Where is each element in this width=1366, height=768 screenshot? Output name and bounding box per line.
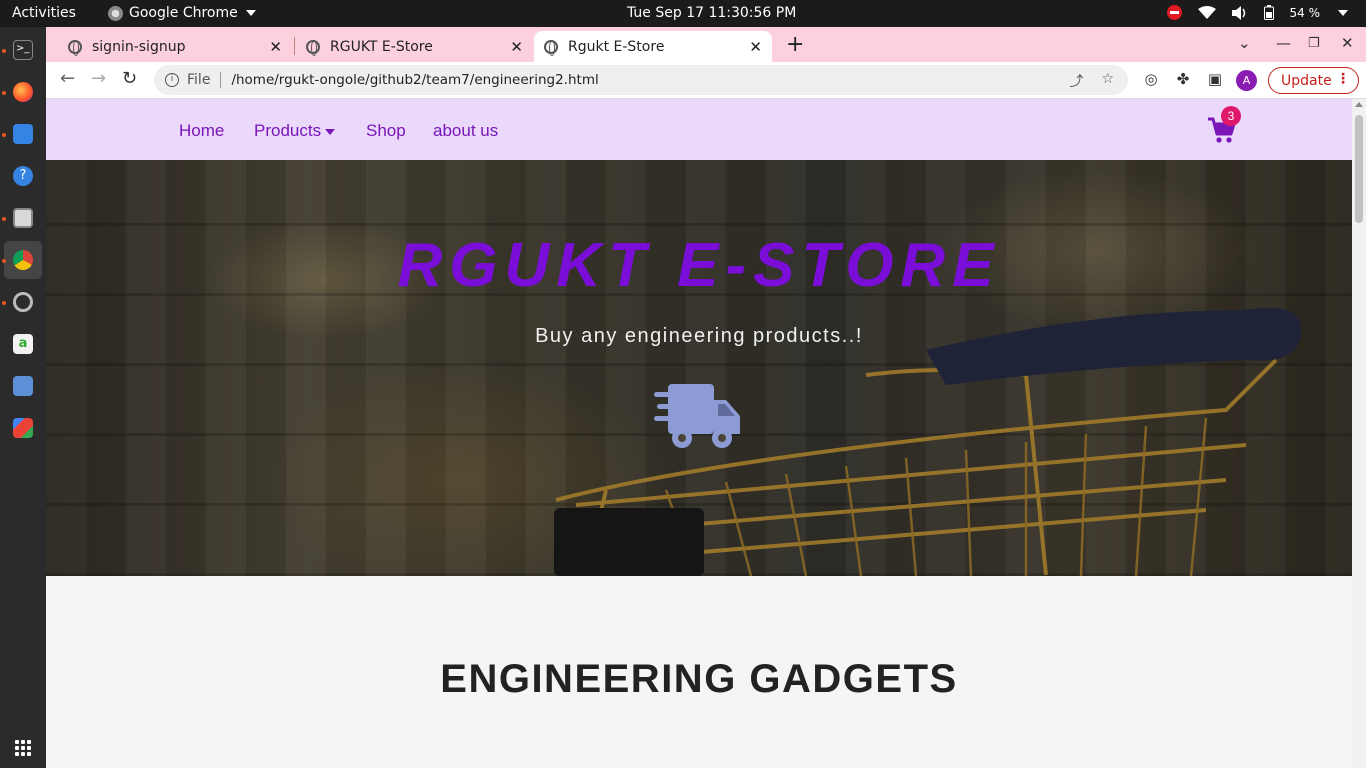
tab-rgukt-estore-active[interactable]: Rgukt E-Store ✕ — [534, 31, 772, 62]
clock[interactable]: Tue Sep 17 11:30:56 PM — [627, 5, 796, 21]
software-icon: a — [13, 334, 33, 354]
gmail-icon — [13, 418, 33, 438]
firefox-icon — [13, 82, 33, 102]
app-menu-label: Google Chrome — [129, 5, 238, 21]
terminal-icon: >_ — [13, 40, 33, 60]
dock-files[interactable] — [8, 203, 38, 233]
url-text[interactable]: /home/rgukt-ongole/github2/team7/enginee… — [231, 72, 598, 88]
site-navbar: Home Products Shop about us 3 — [46, 99, 1352, 160]
forward-button[interactable]: → — [91, 68, 106, 89]
address-bar[interactable]: i File /home/rgukt-ongole/github2/team7/… — [154, 65, 1128, 95]
side-panel-icon[interactable]: ▣ — [1206, 70, 1224, 88]
tab-search-icon[interactable]: ⌄ — [1238, 34, 1251, 52]
text-editor-icon — [13, 124, 33, 144]
extensions-icon[interactable]: ✤ — [1174, 70, 1192, 88]
profile-avatar[interactable]: A — [1236, 70, 1257, 91]
page-scrollbar[interactable] — [1352, 99, 1366, 768]
media-router-icon[interactable]: ◎ — [1142, 70, 1160, 88]
gnome-top-bar: Activities Google Chrome Tue Sep 17 11:3… — [0, 0, 1366, 27]
shipping-truck-icon — [654, 384, 740, 448]
maximize-button[interactable]: ❐ — [1308, 36, 1320, 51]
globe-icon — [544, 39, 558, 56]
tab-title: Rgukt E-Store — [568, 38, 665, 55]
wifi-icon — [1197, 5, 1216, 19]
window-close-button[interactable]: ✕ — [1341, 34, 1354, 52]
tab-rgukt-estore[interactable]: RGUKT E-Store ✕ — [298, 31, 533, 62]
reload-button[interactable]: ↻ — [122, 68, 137, 89]
nav-about[interactable]: about us — [433, 121, 498, 141]
hero-banner: RGUKT E-STORE Buy any engineering produc… — [46, 160, 1352, 576]
dock-settings[interactable] — [8, 287, 38, 317]
page-viewport: Home Products Shop about us 3 RGUKT E-ST… — [46, 99, 1352, 768]
globe-icon — [306, 39, 320, 56]
close-icon[interactable]: ✕ — [749, 38, 762, 56]
dock-firefox[interactable] — [8, 77, 38, 107]
package-icon — [13, 376, 33, 396]
dock: >_ ? a — [0, 27, 46, 768]
settings-icon — [13, 292, 33, 312]
scroll-up-arrow-icon[interactable] — [1355, 102, 1363, 107]
info-icon[interactable]: i — [165, 73, 179, 87]
dock-show-apps[interactable] — [8, 733, 38, 763]
dock-package[interactable] — [8, 371, 38, 401]
dock-software[interactable]: a — [8, 329, 38, 359]
back-button[interactable]: ← — [60, 68, 75, 89]
chrome-window: signin-signup ✕ RGUKT E-Store ✕ Rgukt E-… — [46, 27, 1366, 768]
activities-button[interactable]: Activities — [12, 5, 76, 21]
app-menu[interactable]: Google Chrome — [108, 5, 256, 21]
chrome-icon — [108, 5, 123, 21]
update-label: Update — [1281, 72, 1332, 89]
battery-icon — [1263, 5, 1274, 20]
chevron-down-icon — [1338, 9, 1348, 16]
browser-toolbar: ← → ↻ i File /home/rgukt-ongole/github2/… — [46, 62, 1366, 99]
shopping-cart-image — [554, 307, 1302, 576]
more-menu-icon[interactable]: ⋮ — [1336, 71, 1350, 87]
dock-chrome[interactable] — [4, 241, 42, 279]
minimize-button[interactable]: — — [1276, 34, 1291, 52]
update-button[interactable]: Update ⋮ — [1268, 67, 1359, 94]
chrome-icon — [13, 250, 33, 270]
close-icon[interactable]: ✕ — [510, 38, 523, 56]
globe-icon — [68, 39, 82, 56]
volume-icon — [1231, 5, 1245, 20]
chevron-down-icon — [325, 128, 336, 135]
hero-subtitle: Buy any engineering products..! — [535, 325, 863, 347]
scrollbar-thumb[interactable] — [1355, 115, 1363, 223]
dock-help[interactable]: ? — [8, 161, 38, 191]
new-tab-button[interactable]: + — [786, 32, 804, 57]
bookmark-star-icon[interactable]: ☆ — [1101, 71, 1114, 91]
share-icon[interactable]: ⤴ — [1069, 71, 1083, 91]
close-icon[interactable]: ✕ — [269, 38, 282, 56]
do-not-disturb-icon — [1166, 5, 1182, 20]
nav-products-label: Products — [254, 121, 322, 140]
files-icon — [13, 208, 33, 228]
dock-gmail[interactable] — [8, 413, 38, 443]
tab-title: RGUKT E-Store — [330, 38, 433, 55]
dock-text-editor[interactable] — [8, 119, 38, 149]
hero-title: RGUKT E-STORE — [397, 231, 1001, 300]
tab-strip: signin-signup ✕ RGUKT E-Store ✕ Rgukt E-… — [46, 27, 1366, 62]
chevron-down-icon — [245, 10, 256, 16]
scheme-label: File — [187, 72, 211, 88]
system-tray[interactable]: 54 % — [1166, 5, 1348, 20]
help-icon: ? — [13, 166, 33, 186]
show-apps-icon — [15, 740, 31, 756]
cart-count-badge: 3 — [1221, 106, 1241, 126]
section-title: ENGINEERING GADGETS — [440, 657, 958, 701]
tab-signin-signup[interactable]: signin-signup ✕ — [60, 31, 292, 62]
battery-percent: 54 % — [1289, 5, 1321, 20]
dock-terminal[interactable]: >_ — [8, 35, 38, 65]
nav-shop[interactable]: Shop — [366, 121, 406, 141]
nav-home[interactable]: Home — [179, 121, 224, 141]
nav-products[interactable]: Products — [254, 121, 336, 141]
tab-title: signin-signup — [92, 38, 186, 55]
